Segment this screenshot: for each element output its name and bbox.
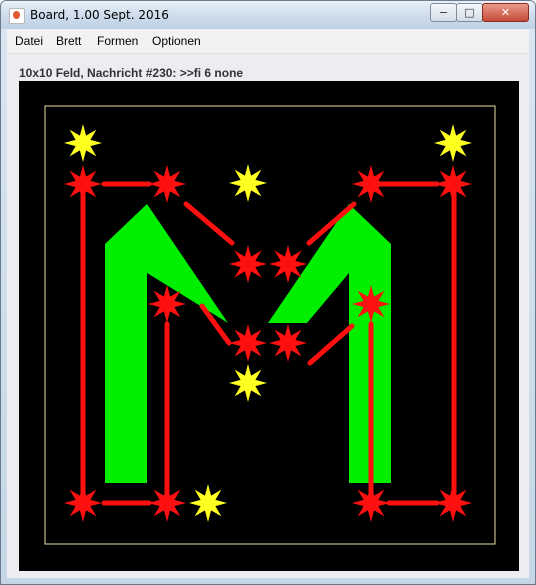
java-app-icon	[9, 8, 25, 24]
app-window: Board, 1.00 Sept. 2016 − □ ✕ Datei Brett…	[0, 0, 536, 585]
red-star-13[interactable]	[229, 324, 267, 362]
link-line-2	[183, 201, 235, 246]
red-star-18[interactable]	[434, 484, 472, 522]
menu-bar: Datei Brett Formen Optionen	[7, 29, 529, 54]
game-board[interactable]	[19, 81, 519, 571]
window-title: Board, 1.00 Sept. 2016	[30, 8, 169, 22]
red-star-17[interactable]	[352, 484, 390, 522]
red-star-15[interactable]	[64, 484, 102, 522]
red-star-10[interactable]	[269, 245, 307, 283]
content-pane: Datei Brett Formen Optionen 10x10 Feld, …	[7, 29, 529, 578]
red-star-5[interactable]	[64, 165, 102, 203]
red-star-6[interactable]	[148, 165, 186, 203]
yellow-star-1[interactable]	[434, 124, 472, 162]
menu-brett[interactable]: Brett	[56, 34, 81, 48]
link-line-9	[307, 323, 355, 366]
red-star-8[interactable]	[434, 165, 472, 203]
menu-optionen[interactable]: Optionen	[152, 34, 201, 48]
minimize-button[interactable]: −	[430, 3, 457, 22]
red-star-14[interactable]	[269, 324, 307, 362]
red-star-16[interactable]	[148, 484, 186, 522]
yellow-star-4[interactable]	[189, 484, 227, 522]
title-bar[interactable]: Board, 1.00 Sept. 2016 − □ ✕	[1, 1, 535, 29]
menu-datei[interactable]: Datei	[15, 34, 43, 48]
menu-formen[interactable]: Formen	[97, 34, 138, 48]
close-button[interactable]: ✕	[482, 3, 529, 22]
yellow-star-2[interactable]	[229, 164, 267, 202]
board-canvas[interactable]	[19, 81, 519, 571]
red-star-11[interactable]	[148, 285, 186, 323]
yellow-star-0[interactable]	[64, 124, 102, 162]
yellow-star-3[interactable]	[229, 364, 267, 402]
red-star-9[interactable]	[229, 245, 267, 283]
red-star-7[interactable]	[352, 165, 390, 203]
status-message: 10x10 Feld, Nachricht #230: >>fi 6 none	[19, 66, 244, 80]
red-star-12[interactable]	[352, 285, 390, 323]
maximize-button[interactable]: □	[456, 3, 483, 22]
